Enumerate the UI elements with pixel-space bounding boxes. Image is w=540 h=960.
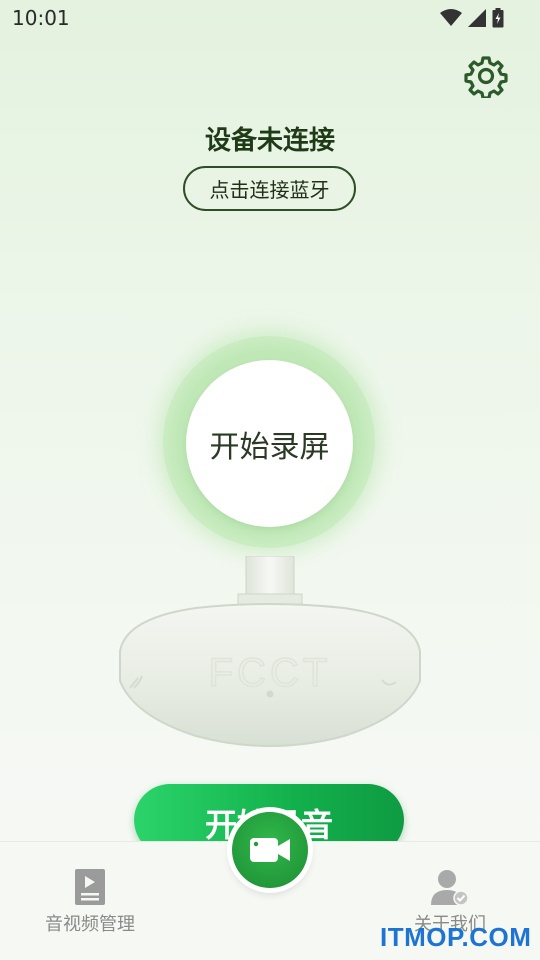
user-check-icon — [431, 870, 469, 906]
battery-charging-icon — [492, 8, 504, 28]
watermark: ITMOP.COM — [380, 922, 532, 952]
media-file-icon — [75, 869, 105, 905]
device-status-title: 设备未连接 — [204, 126, 335, 156]
status-time: 10:01 — [12, 6, 70, 30]
status-bar: 10:01 — [0, 0, 540, 36]
device-logo: FCCT — [209, 651, 332, 695]
gear-icon — [464, 56, 508, 98]
usb-plug — [245, 556, 295, 597]
nav-media-management-label: 音视频管理 — [45, 914, 135, 935]
wifi-icon — [440, 9, 462, 26]
settings-button[interactable] — [462, 52, 510, 100]
signal-icon — [468, 9, 486, 27]
start-screen-recording-button[interactable]: 开始录屏 — [186, 360, 353, 527]
nav-media-management[interactable]: 音视频管理 — [30, 868, 150, 936]
status-icons — [440, 8, 504, 28]
video-camera-icon — [250, 838, 290, 862]
device-illustration: FCCT — [119, 556, 421, 747]
video-record-fab[interactable] — [232, 812, 308, 888]
connect-bluetooth-button[interactable]: 点击连接蓝牙 — [183, 166, 356, 211]
